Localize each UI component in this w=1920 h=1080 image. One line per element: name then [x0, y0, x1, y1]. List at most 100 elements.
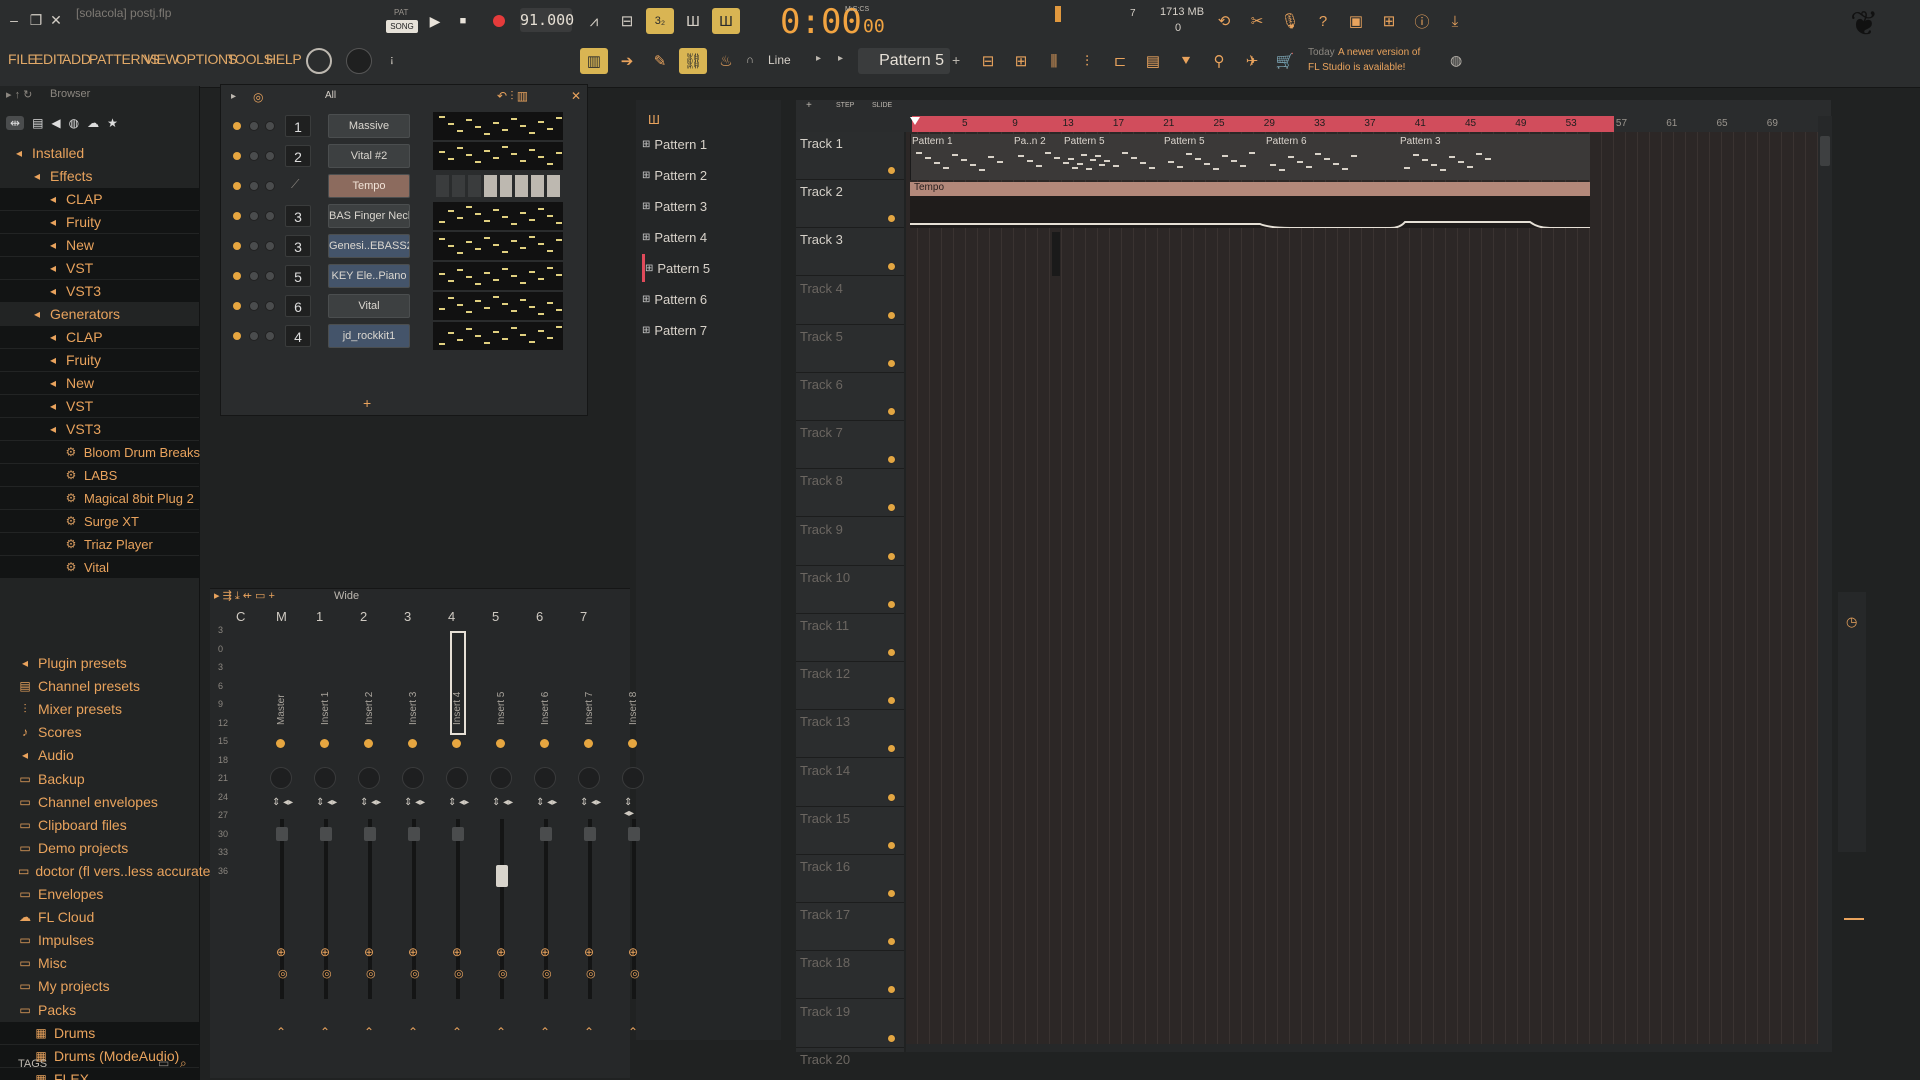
- master-pitch-knob[interactable]: [346, 48, 372, 74]
- channel-volume-knob[interactable]: [265, 301, 275, 311]
- track-header[interactable]: Track 14: [796, 759, 904, 807]
- snap-select[interactable]: Line: [768, 53, 791, 67]
- route-arrow-icon[interactable]: ⌃: [408, 1025, 418, 1039]
- slide-label[interactable]: SLIDE: [872, 102, 892, 109]
- channel-piano-roll-preview[interactable]: [433, 142, 563, 170]
- pitch-icon[interactable]: ꜟ: [390, 54, 394, 70]
- insert-pan-knob[interactable]: [622, 767, 644, 789]
- insert-enable-led[interactable]: [364, 739, 373, 748]
- swing-icon[interactable]: ◎: [253, 90, 263, 104]
- tempo-display[interactable]: 91.000: [520, 8, 574, 32]
- channel-mixer-track[interactable]: 5: [285, 265, 311, 287]
- track-mute-led[interactable]: [887, 937, 896, 947]
- route-arrow-icon[interactable]: ⌃: [540, 1025, 550, 1039]
- stereo-separation-icon[interactable]: ⇕ ◂▸: [624, 797, 634, 819]
- browser-item[interactable]: ◂ VST: [0, 395, 200, 417]
- track-header[interactable]: Track 3: [796, 228, 904, 277]
- folder-small-icon[interactable]: ▭: [158, 1056, 169, 1070]
- channel-name-button[interactable]: Massive: [328, 114, 410, 138]
- wait-icon[interactable]: ⊟: [613, 8, 641, 34]
- channel-pan-knob[interactable]: [249, 301, 259, 311]
- insert-route-icon[interactable]: ◎: [454, 967, 464, 980]
- stereo-separation-icon[interactable]: ⇕ ◂▸: [404, 797, 425, 808]
- browser-item[interactable]: ◂ Installed: [0, 142, 200, 164]
- tutorial-icon[interactable]: ✈: [1238, 48, 1266, 74]
- playlist-grid[interactable]: [906, 132, 1818, 1050]
- channel-volume-knob[interactable]: [265, 151, 275, 161]
- channel-row[interactable]: 1 Massive: [221, 111, 589, 141]
- magnet-icon[interactable]: ∩: [746, 54, 754, 66]
- step-button[interactable]: [547, 175, 560, 197]
- playhead-marker-icon[interactable]: [910, 117, 920, 125]
- track-mute-led[interactable]: [887, 503, 896, 513]
- browser-item[interactable]: ◂ VST3: [0, 418, 200, 440]
- clip-label[interactable]: Pattern 5: [1164, 136, 1205, 147]
- insert-fx-icon[interactable]: ⊕: [408, 945, 418, 959]
- channel-name-button[interactable]: Genesi..EBASS2: [328, 234, 410, 258]
- vertical-scroll-thumb[interactable]: [1820, 136, 1830, 166]
- insert-fx-icon[interactable]: ⊕: [496, 945, 506, 959]
- song-mode-button[interactable]: SONG: [386, 20, 418, 33]
- insert-fx-icon[interactable]: ⊕: [540, 945, 550, 959]
- track-header[interactable]: Track 12: [796, 662, 904, 711]
- browser-folder[interactable]: ▦ Drums: [0, 1021, 200, 1044]
- plugin-db-icon[interactable]: ⊏: [1106, 48, 1134, 74]
- channel-row[interactable]: 3 BAS Finger Neck: [221, 201, 589, 231]
- fader-cap[interactable]: [584, 827, 596, 841]
- browser-folder[interactable]: ▭ Demo projects: [0, 837, 200, 859]
- track-header[interactable]: Track 17: [796, 903, 904, 952]
- snap-arrow-icon[interactable]: ▸: [816, 53, 821, 64]
- record-button[interactable]: [488, 10, 510, 32]
- add-pattern-icon[interactable]: +: [952, 52, 960, 68]
- insert-enable-led[interactable]: [276, 739, 285, 748]
- browser-item[interactable]: ⚙ LABS: [0, 464, 200, 486]
- news-line-2[interactable]: FL Studio is available!: [1308, 62, 1405, 73]
- pattern-item[interactable]: ⊞ Pattern 5: [642, 254, 772, 282]
- star-icon[interactable]: ★: [107, 116, 118, 130]
- insert-enable-led[interactable]: [628, 739, 637, 748]
- countdown-icon[interactable]: 3₂: [646, 8, 674, 34]
- track-mute-led[interactable]: [887, 262, 896, 272]
- channel-row[interactable]: 3 Genesi..EBASS2: [221, 231, 589, 261]
- browser-item[interactable]: ◂ Effects: [0, 165, 200, 187]
- browser-folder[interactable]: ▭ Clipboard files: [0, 814, 200, 836]
- browser-item[interactable]: ◂ CLAP: [0, 188, 200, 210]
- channel-pan-knob[interactable]: [249, 151, 259, 161]
- browser-view-icon[interactable]: ⫶: [1073, 48, 1101, 74]
- browser-item[interactable]: ◂ CLAP: [0, 326, 200, 348]
- file-icon[interactable]: ▤: [1139, 48, 1167, 74]
- track-header[interactable]: Track 8: [796, 469, 904, 518]
- clip-label[interactable]: Pattern 3: [1400, 136, 1441, 147]
- route-arrow-icon[interactable]: ⌃: [452, 1025, 462, 1039]
- step-sequencer[interactable]: [433, 172, 563, 200]
- clip-label[interactable]: Pattern 5: [1064, 136, 1105, 147]
- channel-mixer-track[interactable]: 3: [285, 205, 311, 227]
- insert-pan-knob[interactable]: [534, 767, 556, 789]
- info-icon[interactable]: ⓘ: [1408, 8, 1436, 34]
- mic-icon[interactable]: 🎙: [1276, 8, 1304, 34]
- channel-rack-icon[interactable]: ⊞: [1007, 48, 1035, 74]
- pattern-item[interactable]: ⊞ Pattern 4: [642, 223, 772, 251]
- fader-cap[interactable]: [408, 827, 420, 841]
- route-arrow-icon[interactable]: ⌃: [364, 1025, 374, 1039]
- channel-mute-led[interactable]: [233, 302, 241, 310]
- channel-row[interactable]: ⟋ Tempo: [221, 171, 589, 201]
- fader-cap[interactable]: [452, 827, 464, 841]
- channel-row[interactable]: 6 Vital: [221, 291, 589, 321]
- browser-folder[interactable]: ▭ Backup: [0, 768, 200, 790]
- step-button[interactable]: [531, 175, 545, 197]
- channel-pan-knob[interactable]: [249, 121, 259, 131]
- stereo-separation-icon[interactable]: ⇕ ◂▸: [316, 797, 337, 808]
- route-arrow-icon[interactable]: ⌃: [320, 1025, 330, 1039]
- save-icon[interactable]: ▣: [1342, 8, 1370, 34]
- undo-icon[interactable]: ⟲: [1210, 8, 1238, 34]
- track-mute-led[interactable]: [887, 551, 896, 561]
- browser-item[interactable]: ⚙ Surge XT: [0, 510, 200, 532]
- browser-item[interactable]: ⚙ Triaz Player: [0, 533, 200, 555]
- route-arrow-icon[interactable]: ⌃: [584, 1025, 594, 1039]
- insert-pan-knob[interactable]: [578, 767, 600, 789]
- channel-piano-roll-preview[interactable]: [433, 232, 563, 260]
- track-header[interactable]: Track 9: [796, 518, 904, 566]
- step-button[interactable]: [483, 175, 497, 197]
- metronome-icon[interactable]: ⩘: [580, 8, 608, 34]
